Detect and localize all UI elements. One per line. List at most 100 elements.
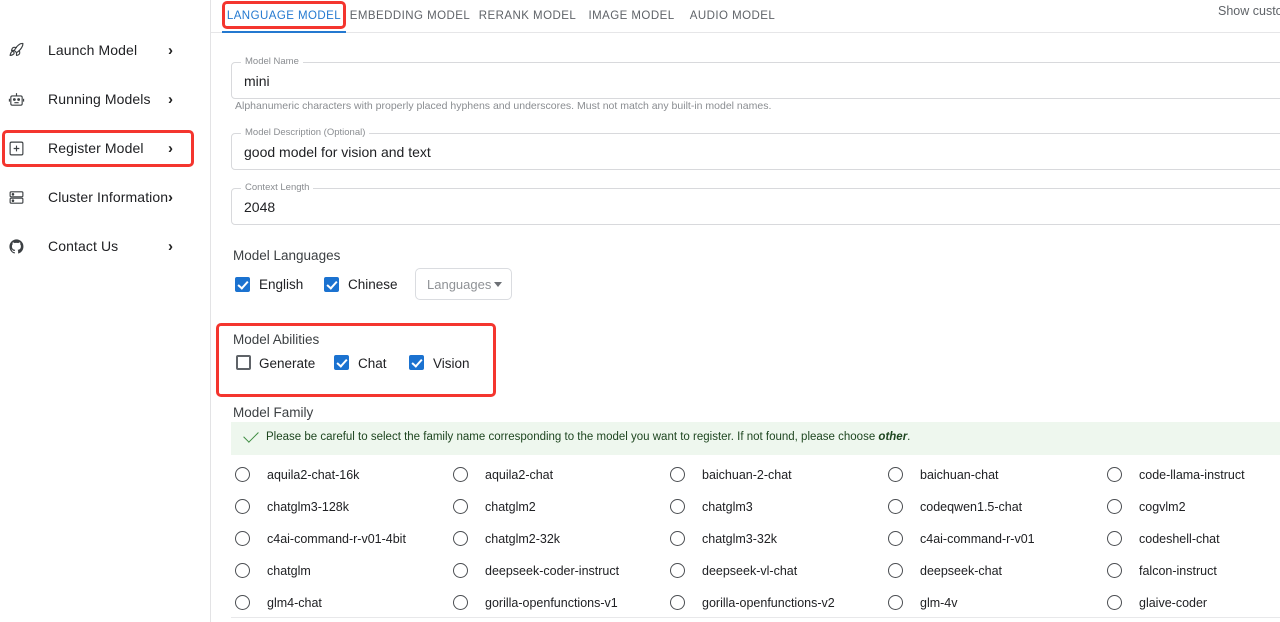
radio-circle-icon[interactable] (235, 499, 250, 514)
radio-circle-icon[interactable] (1107, 467, 1122, 482)
radio-model-family-label: codeqwen1.5-chat (920, 500, 1022, 514)
radio-circle-icon[interactable] (888, 531, 903, 546)
sidebar-item-cluster-information[interactable]: Cluster Information › (0, 180, 210, 214)
radio-model-family[interactable]: chatglm2-32k (453, 531, 560, 546)
radio-model-family[interactable]: aquila2-chat-16k (235, 467, 359, 482)
radio-circle-icon[interactable] (888, 467, 903, 482)
chevron-down-icon (494, 282, 502, 287)
radio-circle-icon[interactable] (235, 531, 250, 546)
checkbox-chat[interactable] (334, 355, 349, 370)
radio-circle-icon[interactable] (1107, 563, 1122, 578)
tab-image-model[interactable]: IMAGE MODEL (581, 0, 682, 32)
radio-circle-icon[interactable] (888, 563, 903, 578)
radio-circle-icon[interactable] (670, 499, 685, 514)
radio-model-family[interactable]: cogvlm2 (1107, 499, 1186, 514)
radio-model-family[interactable]: code-llama-instruct (1107, 467, 1245, 482)
check-icon (243, 427, 259, 443)
radio-model-family-label: chatglm (267, 564, 311, 578)
radio-circle-icon[interactable] (888, 595, 903, 610)
radio-model-family[interactable]: codeqwen1.5-chat (888, 499, 1022, 514)
radio-model-family[interactable]: c4ai-command-r-v01-4bit (235, 531, 406, 546)
checkbox-english[interactable] (235, 277, 250, 292)
robot-icon (3, 91, 29, 108)
radio-circle-icon[interactable] (888, 499, 903, 514)
register-model-page: Launch Model › Running Models › Reg (0, 0, 1280, 622)
languages-select[interactable]: Languages (415, 268, 512, 300)
tab-rerank-model[interactable]: RERANK MODEL (474, 0, 581, 32)
show-custom-json-config-label[interactable]: Show custom json config used b (1218, 4, 1280, 18)
radio-circle-icon[interactable] (235, 595, 250, 610)
checkbox-english-label: English (259, 277, 303, 292)
alert-text-after: . (907, 431, 910, 443)
radio-model-family[interactable]: falcon-instruct (1107, 563, 1217, 578)
model-family-title: Model Family (233, 405, 313, 420)
context-length-value: 2048 (244, 199, 275, 215)
checkbox-chat-label: Chat (358, 356, 387, 371)
radio-model-family[interactable]: baichuan-2-chat (670, 467, 792, 482)
tab-audio-model[interactable]: AUDIO MODEL (682, 0, 783, 32)
radio-circle-icon[interactable] (453, 595, 468, 610)
radio-model-family[interactable]: glm-4v (888, 595, 958, 610)
radio-circle-icon[interactable] (1107, 531, 1122, 546)
radio-model-family[interactable]: deepseek-coder-instruct (453, 563, 619, 578)
radio-model-family-label: deepseek-chat (920, 564, 1002, 578)
sidebar-item-register-model[interactable]: Register Model › (0, 131, 210, 165)
radio-circle-icon[interactable] (670, 531, 685, 546)
radio-circle-icon[interactable] (453, 531, 468, 546)
radio-circle-icon[interactable] (670, 467, 685, 482)
checkbox-generate[interactable] (236, 355, 251, 370)
radio-model-family[interactable]: chatglm3-128k (235, 499, 349, 514)
radio-circle-icon[interactable] (1107, 499, 1122, 514)
radio-model-family[interactable]: glm4-chat (235, 595, 322, 610)
sidebar-item-label: Contact Us (48, 238, 118, 254)
radio-model-family-label: aquila2-chat-16k (267, 468, 359, 482)
chevron-right-icon: › (168, 92, 173, 107)
github-icon (3, 238, 29, 255)
radio-model-family[interactable]: codeshell-chat (1107, 531, 1220, 546)
tab-language-model[interactable]: LANGUAGE MODEL (222, 0, 346, 32)
sidebar-item-label: Running Models (48, 91, 151, 107)
radio-circle-icon[interactable] (1107, 595, 1122, 610)
radio-model-family[interactable]: aquila2-chat (453, 467, 553, 482)
checkbox-vision-label: Vision (433, 356, 470, 371)
radio-model-family[interactable]: chatglm3-32k (670, 531, 777, 546)
radio-model-family[interactable]: baichuan-chat (888, 467, 999, 482)
radio-model-family[interactable]: chatglm2 (453, 499, 536, 514)
radio-model-family[interactable]: c4ai-command-r-v01 (888, 531, 1035, 546)
model-name-field[interactable]: Model Name mini (231, 62, 1280, 99)
radio-circle-icon[interactable] (670, 595, 685, 610)
model-description-field[interactable]: Model Description (Optional) good model … (231, 133, 1280, 170)
chevron-right-icon: › (168, 190, 173, 205)
radio-model-family[interactable]: chatglm (235, 563, 311, 578)
server-icon (3, 189, 29, 206)
radio-circle-icon[interactable] (235, 563, 250, 578)
radio-model-family-label: c4ai-command-r-v01-4bit (267, 532, 406, 546)
radio-circle-icon[interactable] (453, 563, 468, 578)
sidebar-item-contact-us[interactable]: Contact Us › (0, 229, 210, 263)
radio-model-family[interactable]: chatglm3 (670, 499, 753, 514)
tab-embedding-model[interactable]: EMBEDDING MODEL (346, 0, 474, 32)
sidebar-item-label: Launch Model (48, 42, 137, 58)
sidebar-item-running-models[interactable]: Running Models › (0, 82, 210, 116)
plus-box-icon (3, 140, 29, 157)
radio-model-family-label: deepseek-coder-instruct (485, 564, 619, 578)
radio-circle-icon[interactable] (453, 467, 468, 482)
languages-select-placeholder: Languages (427, 277, 491, 292)
radio-model-family[interactable]: gorilla-openfunctions-v2 (670, 595, 835, 610)
radio-circle-icon[interactable] (235, 467, 250, 482)
rocket-icon (3, 42, 29, 59)
checkbox-chinese[interactable] (324, 277, 339, 292)
radio-model-family[interactable]: glaive-coder (1107, 595, 1207, 610)
radio-model-family[interactable]: gorilla-openfunctions-v1 (453, 595, 618, 610)
radio-circle-icon[interactable] (453, 499, 468, 514)
sidebar-item-launch-model[interactable]: Launch Model › (0, 33, 210, 67)
checkbox-vision[interactable] (409, 355, 424, 370)
checkbox-chinese-label: Chinese (348, 277, 398, 292)
radio-model-family[interactable]: deepseek-chat (888, 563, 1002, 578)
context-length-field[interactable]: Context Length 2048 (231, 188, 1280, 225)
checkbox-generate-label: Generate (259, 356, 315, 371)
radio-model-family[interactable]: deepseek-vl-chat (670, 563, 797, 578)
alert-emphasis: other (878, 431, 907, 443)
radio-circle-icon[interactable] (670, 563, 685, 578)
model-name-helper-text: Alphanumeric characters with properly pl… (235, 100, 771, 112)
